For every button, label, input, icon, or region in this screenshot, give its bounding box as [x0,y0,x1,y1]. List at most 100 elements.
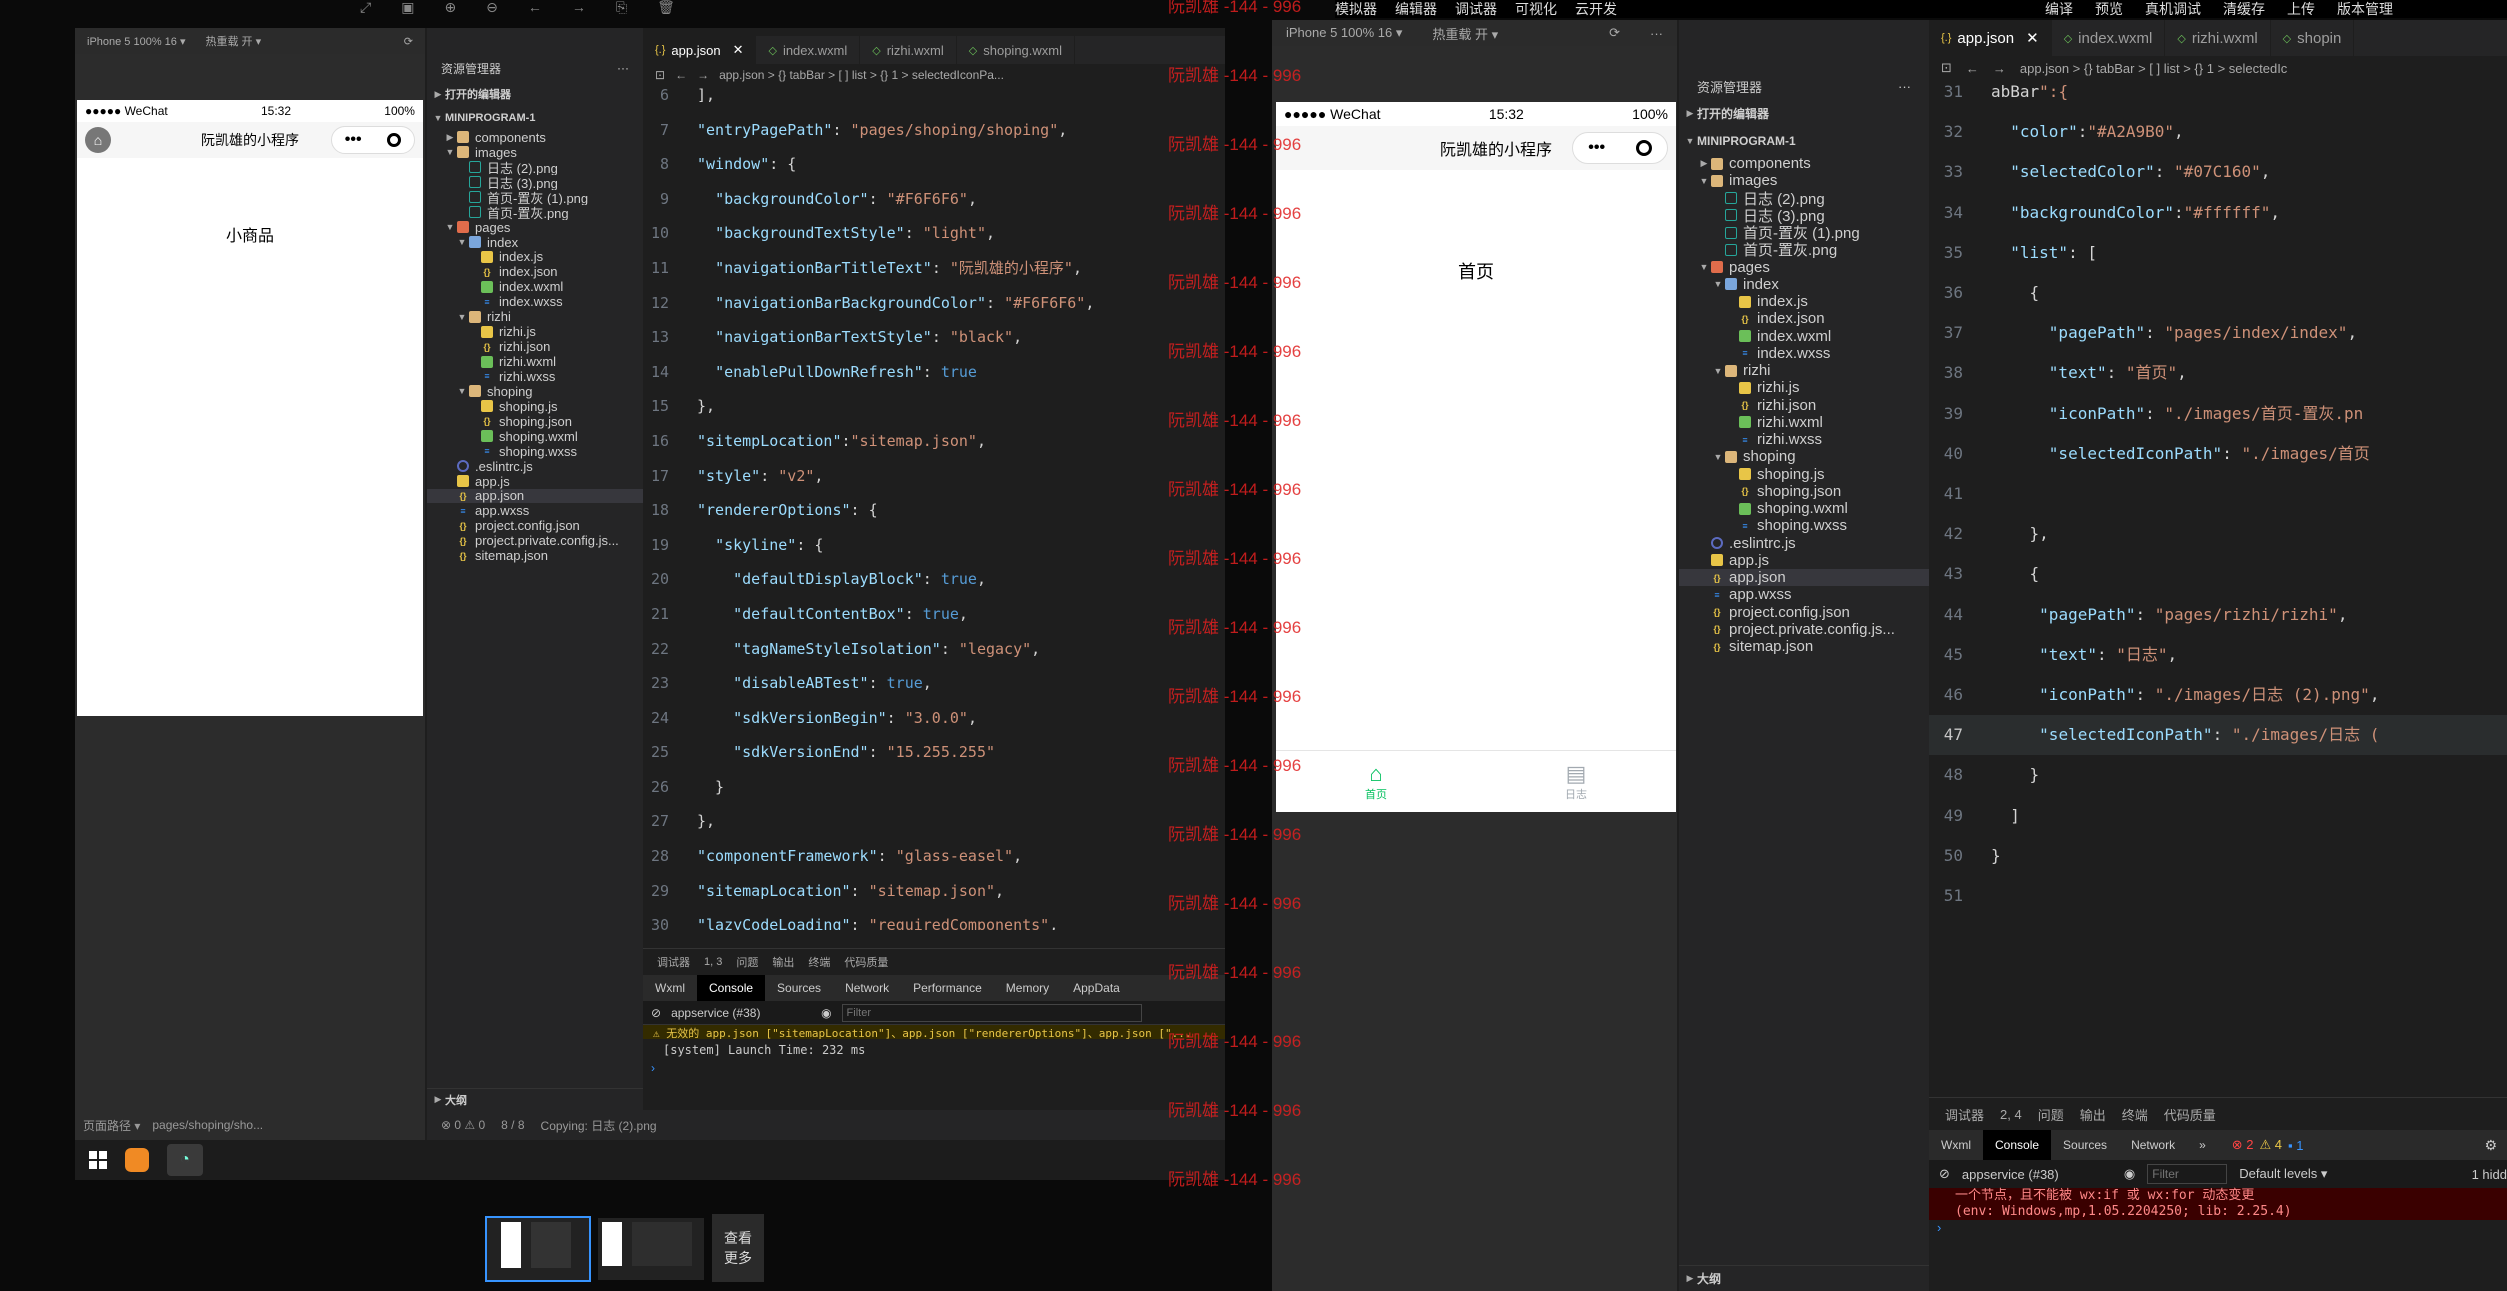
tree-item[interactable]: {} project.config.json [427,518,643,533]
app-fox-icon[interactable] [125,1148,149,1172]
tree-item[interactable]: index.wxml [427,279,643,294]
tree-item[interactable]: {} sitemap.json [1679,638,1929,655]
tabbar-item-home[interactable]: ⌂ 首页 [1276,751,1476,812]
tree-item[interactable]: 日志 (3).png [427,175,643,190]
tree-item[interactable]: ≡ rizhi.wxss [427,369,643,384]
tree-item[interactable]: ≡ app.wxss [1679,586,1929,603]
debugger-tab[interactable]: 问题 [2038,1105,2064,1124]
tree-item[interactable]: 日志 (3).png [1679,207,1929,224]
zoom-in-icon[interactable]: ⊕ [444,0,456,14]
tree-item[interactable]: ▼ index [1679,276,1929,293]
hot-reload-select[interactable]: 热重载 开 ▾ [205,33,261,49]
tree-item[interactable]: {} shoping.json [1679,483,1929,500]
tree-item[interactable]: rizhi.wxml [1679,414,1929,431]
tree-item[interactable]: rizhi.js [1679,379,1929,396]
tree-item[interactable]: {} index.json [427,264,643,279]
tree-item[interactable]: ≡ index.wxss [1679,345,1929,362]
tree-item[interactable]: 日志 (2).png [1679,190,1929,207]
editor-tab[interactable]: ◇ index.wxml [756,36,861,64]
tree-item[interactable]: {} index.json [1679,310,1929,327]
toolbar-item[interactable]: 清缓存 [2223,0,2265,19]
editor-tab[interactable]: ◇ rizhi.wxml [860,36,957,64]
windows-start-icon[interactable] [89,1151,107,1169]
redo-icon[interactable]: → [572,0,586,14]
device-select[interactable]: iPhone 5 100% 16 ▾ [1286,25,1402,41]
clear-console-icon[interactable]: ⊘ [651,1006,661,1020]
open-editors-header[interactable]: ▶ 打开的编辑器 [427,82,643,106]
devtools-tab[interactable]: Network [2119,1130,2187,1160]
code-view-2[interactable]: 31 abBar":{32 "color":"#A2A9B0", 33 "selec… [1929,72,2507,1092]
console-filter-input[interactable] [841,1003,1142,1022]
tree-item[interactable]: {} rizhi.json [427,339,643,354]
menu-item[interactable]: 云开发 [1575,0,1617,19]
tree-item[interactable]: ≡ app.wxss [427,503,643,518]
tree-item[interactable]: 首页-置灰.png [427,205,643,220]
tree-item[interactable]: {} project.private.config.js... [1679,621,1929,638]
devtools-tab[interactable]: Console [1983,1130,2052,1160]
log-levels-select[interactable]: Default levels ▾ [2239,1166,2327,1182]
tree-item[interactable]: shoping.wxml [1679,500,1929,517]
tree-item[interactable]: shoping.js [1679,466,1929,483]
devtools-tab[interactable]: Memory [994,975,1061,1001]
debugger-tab[interactable]: 问题 [736,954,758,970]
toolbar-item[interactable]: 编译 [2045,0,2073,19]
tree-item[interactable]: .eslintrc.js [427,459,643,474]
editor-tab[interactable]: {.} app.json ✕ [1929,20,2052,56]
clear-console-icon[interactable]: ⊘ [1939,1166,1950,1182]
project-header[interactable]: ▼ MINIPROGRAM-1 [1679,128,1929,156]
tree-item[interactable]: .eslintrc.js [1679,535,1929,552]
eye-icon[interactable]: ◉ [821,1006,831,1020]
tree-item[interactable]: {} rizhi.json [1679,397,1929,414]
capsule-button[interactable]: ••• [1572,132,1668,164]
console-filter-input[interactable] [2147,1164,2228,1184]
devtools-tab[interactable]: Sources [765,975,833,1001]
tabbar-item-log[interactable]: ▤ 日志 [1476,751,1676,812]
view-more-button[interactable]: 查看 更多 [712,1214,764,1282]
tree-item[interactable]: rizhi.wxml [427,354,643,369]
debugger-tab[interactable]: 1, 3 [704,956,722,968]
wechat-devtools-icon[interactable]: ◔ [167,1144,203,1176]
tree-item[interactable]: ▼ index [427,235,643,250]
devtools-tab[interactable]: AppData [1061,975,1132,1001]
debugger-tab[interactable]: 输出 [2080,1105,2106,1124]
devtools-tab[interactable]: Sources [2051,1130,2119,1160]
open-editors-header[interactable]: ▶ 打开的编辑器 [1679,100,1929,128]
tree-item[interactable]: shoping.wxml [427,429,643,444]
editor-tab[interactable]: ◇ shopin [2271,20,2355,56]
expand-icon[interactable]: ⤢ [360,0,371,14]
tree-item[interactable]: ▶ components [1679,155,1929,172]
tree-item[interactable]: ▼ pages [427,220,643,235]
tree-item[interactable]: {} app.json [1679,569,1929,587]
devtools-tab[interactable]: Wxml [1929,1130,1983,1160]
info-badge[interactable]: ▪ 1 [2288,1138,2303,1153]
tree-item[interactable]: ▼ shoping [1679,448,1929,465]
more-icon[interactable]: ··· [1650,26,1663,41]
tree-item[interactable]: rizhi.js [427,324,643,339]
editor-tab[interactable]: ◇ rizhi.wxml [2165,20,2271,56]
code-view-1[interactable]: 6], 7 "entryPagePath": "pages/shoping/shop… [643,78,1225,930]
tree-item[interactable]: shoping.js [427,399,643,414]
tree-item[interactable]: app.js [427,474,643,489]
menu-item[interactable]: 调试器 [1455,0,1497,19]
tree-item[interactable]: index.js [427,250,643,264]
undo-icon[interactable]: ← [528,0,542,14]
debugger-tab[interactable]: 代码质量 [844,954,888,970]
tree-item[interactable]: ≡ rizhi.wxss [1679,431,1929,448]
tree-item[interactable]: {} shoping.json [427,414,643,429]
refresh-icon[interactable]: ⟳ [1609,25,1620,41]
tree-item[interactable]: index.js [1679,293,1929,310]
hot-reload-select[interactable]: 热重载 开 ▾ [1432,24,1498,43]
tree-item[interactable]: {} project.config.json [1679,604,1929,621]
tree-item[interactable]: {} project.private.config.js... [427,533,643,548]
tree-item[interactable]: ▼ images [1679,172,1929,189]
tree-item[interactable]: ▼ pages [1679,259,1929,276]
error-badge[interactable]: ⊗ 2 [2232,1137,2254,1153]
close-icon[interactable]: ✕ [2026,29,2039,47]
toolbar-item[interactable]: 版本管理 [2337,0,2393,19]
context-select[interactable]: appservice (#38) [671,1006,811,1020]
editor-tab[interactable]: ◇ shoping.wxml [957,36,1075,64]
project-header[interactable]: ▼ MINIPROGRAM-1 [427,106,643,130]
tree-item[interactable]: 日志 (2).png [427,160,643,175]
debugger-tab[interactable]: 代码质量 [2164,1105,2216,1124]
tree-item[interactable]: 首页-置灰.png [1679,241,1929,259]
